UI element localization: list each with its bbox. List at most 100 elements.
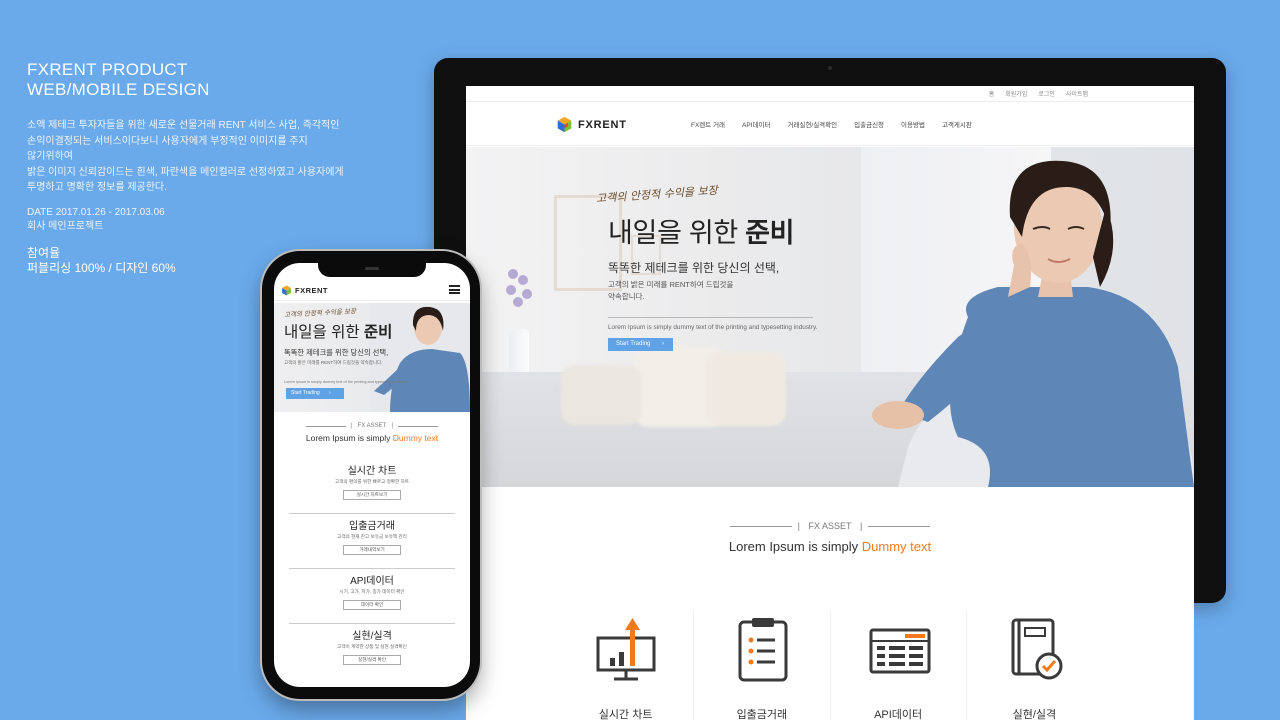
feature-label: 실시간 차트: [598, 709, 653, 720]
feature-api-data[interactable]: API데이터: [831, 610, 967, 720]
hamburger-menu-icon[interactable]: [449, 285, 460, 294]
hero-headline: 내일을 위한 준비: [608, 211, 795, 250]
mobile-hero-small: 고객의 밝은 미래를 RENT하여 드립것을 약속합니다.: [284, 360, 383, 365]
desc-line: 소액 제테크 투자자들을 위한 새로운 선물거래 RENT 서비스 사업, 즉각…: [27, 120, 340, 131]
hero-small-line: 고객의 밝은 미래를 RENT하여 드립것을: [608, 280, 734, 289]
mobile-hero: 고객의 안정적 수익을 보장 내일을 위한 준비 똑똑한 제테크를 위한 당신의…: [274, 303, 470, 412]
hero-small-copy: 고객의 밝은 미래를 RENT하여 드립것을 약속합니다.: [608, 279, 768, 303]
project-caption: FXRENT PRODUCT WEB/MOBILE DESIGN 소액 제테크 …: [27, 60, 367, 276]
desc-line: 투명하고 명확한 정보를 제공한다.: [27, 182, 167, 193]
project-title: FXRENT PRODUCT WEB/MOBILE DESIGN: [27, 60, 367, 100]
feature-realtime-chart[interactable]: 실시간 차트: [558, 610, 695, 720]
logo-text: FXRENT: [578, 118, 627, 131]
fx-asset-heading: Lorem Ipsum is simply Dummy text: [466, 539, 1194, 554]
feature-list: 실시간 차트 입출금거래 API데이터 실현/실격: [558, 610, 1102, 720]
main-navigation: FXRENT FX렌트 거래 API데이터 거래실현/실격확인 입출금신청 이용…: [466, 102, 1194, 146]
desc-line: 손익이결정되는 서비스이다보니 사용자에게 부정적인 이미지를 주지: [27, 135, 308, 147]
clipboard-list-icon: [738, 618, 788, 682]
chevron-right-icon: ›: [662, 341, 665, 347]
hero-lorem: Lorem Ipsum is simply dummy text of the …: [608, 324, 818, 331]
logo-cube-icon: [557, 116, 572, 133]
hero-headline-bold: 준비: [745, 218, 795, 248]
hero-subtitle: 고객의 안정적 수익을 보장: [595, 183, 719, 206]
mobile-hero-lead: 똑똑한 제테크를 위한 당신의 선택,: [284, 348, 389, 357]
mobile-logo-text: FXRENT: [295, 286, 328, 295]
feature-label: 입출금거래: [736, 709, 788, 720]
mobile-item-title: 실현/실격: [352, 631, 392, 642]
gnb-menu: FX렌트 거래 API데이터 거래실현/실격확인 입출금신청 이용방법 고객게시…: [691, 119, 972, 129]
project-description: 소액 제테크 투자자들을 위한 새로운 선물거래 RENT 서비스 사업, 즉각…: [27, 118, 367, 196]
project-client: 회사 메인프로젝트: [27, 220, 104, 232]
hero-headline-light: 내일을 위한: [608, 218, 746, 248]
mobile-feature-list: 실시간 차트 고객의 편의를 위한 빠르고 정확한 차트 실시간 차트보기 입출…: [289, 459, 455, 679]
mobile-start-trading-button[interactable]: Start Trading ›: [286, 388, 344, 399]
mobile-item-button[interactable]: 거래내역보기: [343, 545, 401, 555]
mobile-logo[interactable]: FXRENT: [281, 285, 328, 296]
fx-asset-heading-prefix: Lorem Ipsum is simply: [728, 539, 862, 554]
phone-notch: [318, 263, 426, 277]
notebook-check-icon: [1011, 618, 1063, 680]
hero-cushion: [561, 365, 641, 425]
hero-cushion: [706, 352, 786, 426]
mobile-hero-headline: 내일을 위한 준비: [284, 320, 392, 342]
desc-line: 않기위하여: [27, 151, 73, 162]
start-trading-button[interactable]: Start Trading ›: [608, 338, 673, 351]
util-home-link[interactable]: 홈: [989, 89, 995, 98]
mobile-screen: FXRENT 고객의 안정적 수익을 보장 내일을 위한 준비 똑똑한 제테크를…: [274, 263, 470, 687]
feature-realization[interactable]: 실현/실격: [967, 610, 1102, 720]
mobile-fx-asset: | FX ASSET | Lorem Ipsum is simply Dummy…: [274, 423, 470, 443]
list-item: 실시간 차트 고객의 편의를 위한 빠르고 정확한 차트 실시간 차트보기: [289, 459, 455, 514]
mobile-hero-subtitle: 고객의 안정적 수익을 보장: [283, 307, 357, 319]
start-trading-label: Start Trading: [616, 341, 651, 347]
mobile-headline-bold: 준비: [363, 324, 393, 341]
nav-deposit[interactable]: 입출금신청: [854, 119, 884, 129]
logo-cube-icon: [282, 285, 291, 296]
list-item: 입출금거래 고객의 현재 잔고 보유금 보유액 관리 거래내역보기: [289, 514, 455, 569]
nav-board[interactable]: 고객게시판: [942, 119, 972, 129]
hero-lead: 똑똑한 제테크를 위한 당신의 선택,: [608, 261, 780, 275]
mobile-header: FXRENT: [274, 279, 470, 301]
desc-line: 밝은 이미지 신뢰감이드는 흰색, 파란색을 메인컬러로 선정하였고 사용자에게: [27, 166, 344, 178]
mobile-item-title: API데이터: [350, 576, 394, 587]
hero-divider: [608, 317, 813, 318]
mobile-item-button[interactable]: 실현/실격 확인: [343, 655, 401, 665]
fx-asset-heading-accent: Dummy text: [861, 539, 932, 554]
feature-label: API데이터: [874, 709, 923, 720]
util-sitemap-link[interactable]: 사이트맵: [1066, 89, 1088, 98]
site-logo[interactable]: FXRENT: [556, 116, 627, 133]
nav-fx-rent[interactable]: FX렌트 거래: [691, 119, 725, 129]
mobile-headline-light: 내일을 위한: [284, 324, 364, 341]
mobile-item-desc: 고객의 편의를 위한 빠르고 정확한 차트: [334, 479, 409, 484]
monitor-camera: [828, 66, 832, 70]
mobile-fx-asset-label: | FX ASSET |: [274, 423, 470, 429]
feature-deposit-trade[interactable]: 입출금거래: [694, 610, 831, 720]
project-date: DATE 2017.01.26 - 2017.03.06: [27, 206, 165, 218]
hero-banner: 고객의 안정적 수익을 보장 내일을 위한 준비 똑똑한 제테크를 위한 당신의…: [466, 147, 1194, 487]
list-item: 실현/실격 고객이 계약한 상품 및 실현,실격확인 실현/실격 확인: [289, 624, 455, 679]
hero-woman-photo: [872, 160, 1194, 487]
nav-guide[interactable]: 이용방법: [901, 119, 925, 129]
nav-api-data[interactable]: API데이터: [742, 119, 770, 129]
mobile-start-trading-label: Start Trading: [291, 390, 320, 396]
chart-growth-icon: [596, 618, 656, 681]
mobile-fx-asset-heading: Lorem Ipsum is simply Dummy text: [274, 433, 470, 443]
util-login-link[interactable]: 로그인: [1038, 89, 1055, 98]
hero-vase: [509, 329, 529, 375]
desktop-screen: 홈 회원가입 로그인 사이트맵 FXRENT FX렌트 거래 API데이터 거래…: [466, 86, 1194, 720]
fx-asset-section: | FX ASSET | Lorem Ipsum is simply Dummy…: [466, 521, 1194, 554]
nav-trade-result[interactable]: 거래실현/실격확인: [787, 119, 837, 129]
feature-label: 실현/실격: [1012, 709, 1057, 720]
list-item: API데이터 시기, 고가, 저가, 종가 데이터 확인 데이터 확인: [289, 569, 455, 624]
utility-bar: 홈 회원가입 로그인 사이트맵: [466, 86, 1194, 102]
mobile-item-desc: 고객이 계약한 상품 및 실현,실격확인: [337, 644, 407, 649]
mobile-item-button[interactable]: 실시간 차트보기: [343, 490, 401, 500]
mobile-heading-accent: Dummy text: [392, 433, 439, 443]
mobile-fx-asset-label-text: FX ASSET: [357, 423, 387, 429]
util-signup-link[interactable]: 회원가입: [1005, 89, 1027, 98]
mobile-hero-lorem: Lorem Ipsum is simply dummy text of the …: [284, 380, 409, 384]
mobile-item-desc: 시기, 고가, 저가, 종가 데이터 확인: [339, 589, 405, 594]
fx-asset-label: | FX ASSET |: [466, 521, 1194, 531]
mobile-item-title: 실시간 차트: [347, 466, 397, 477]
mobile-item-button[interactable]: 데이터 확인: [343, 600, 401, 610]
chevron-right-icon: ›: [329, 390, 331, 396]
